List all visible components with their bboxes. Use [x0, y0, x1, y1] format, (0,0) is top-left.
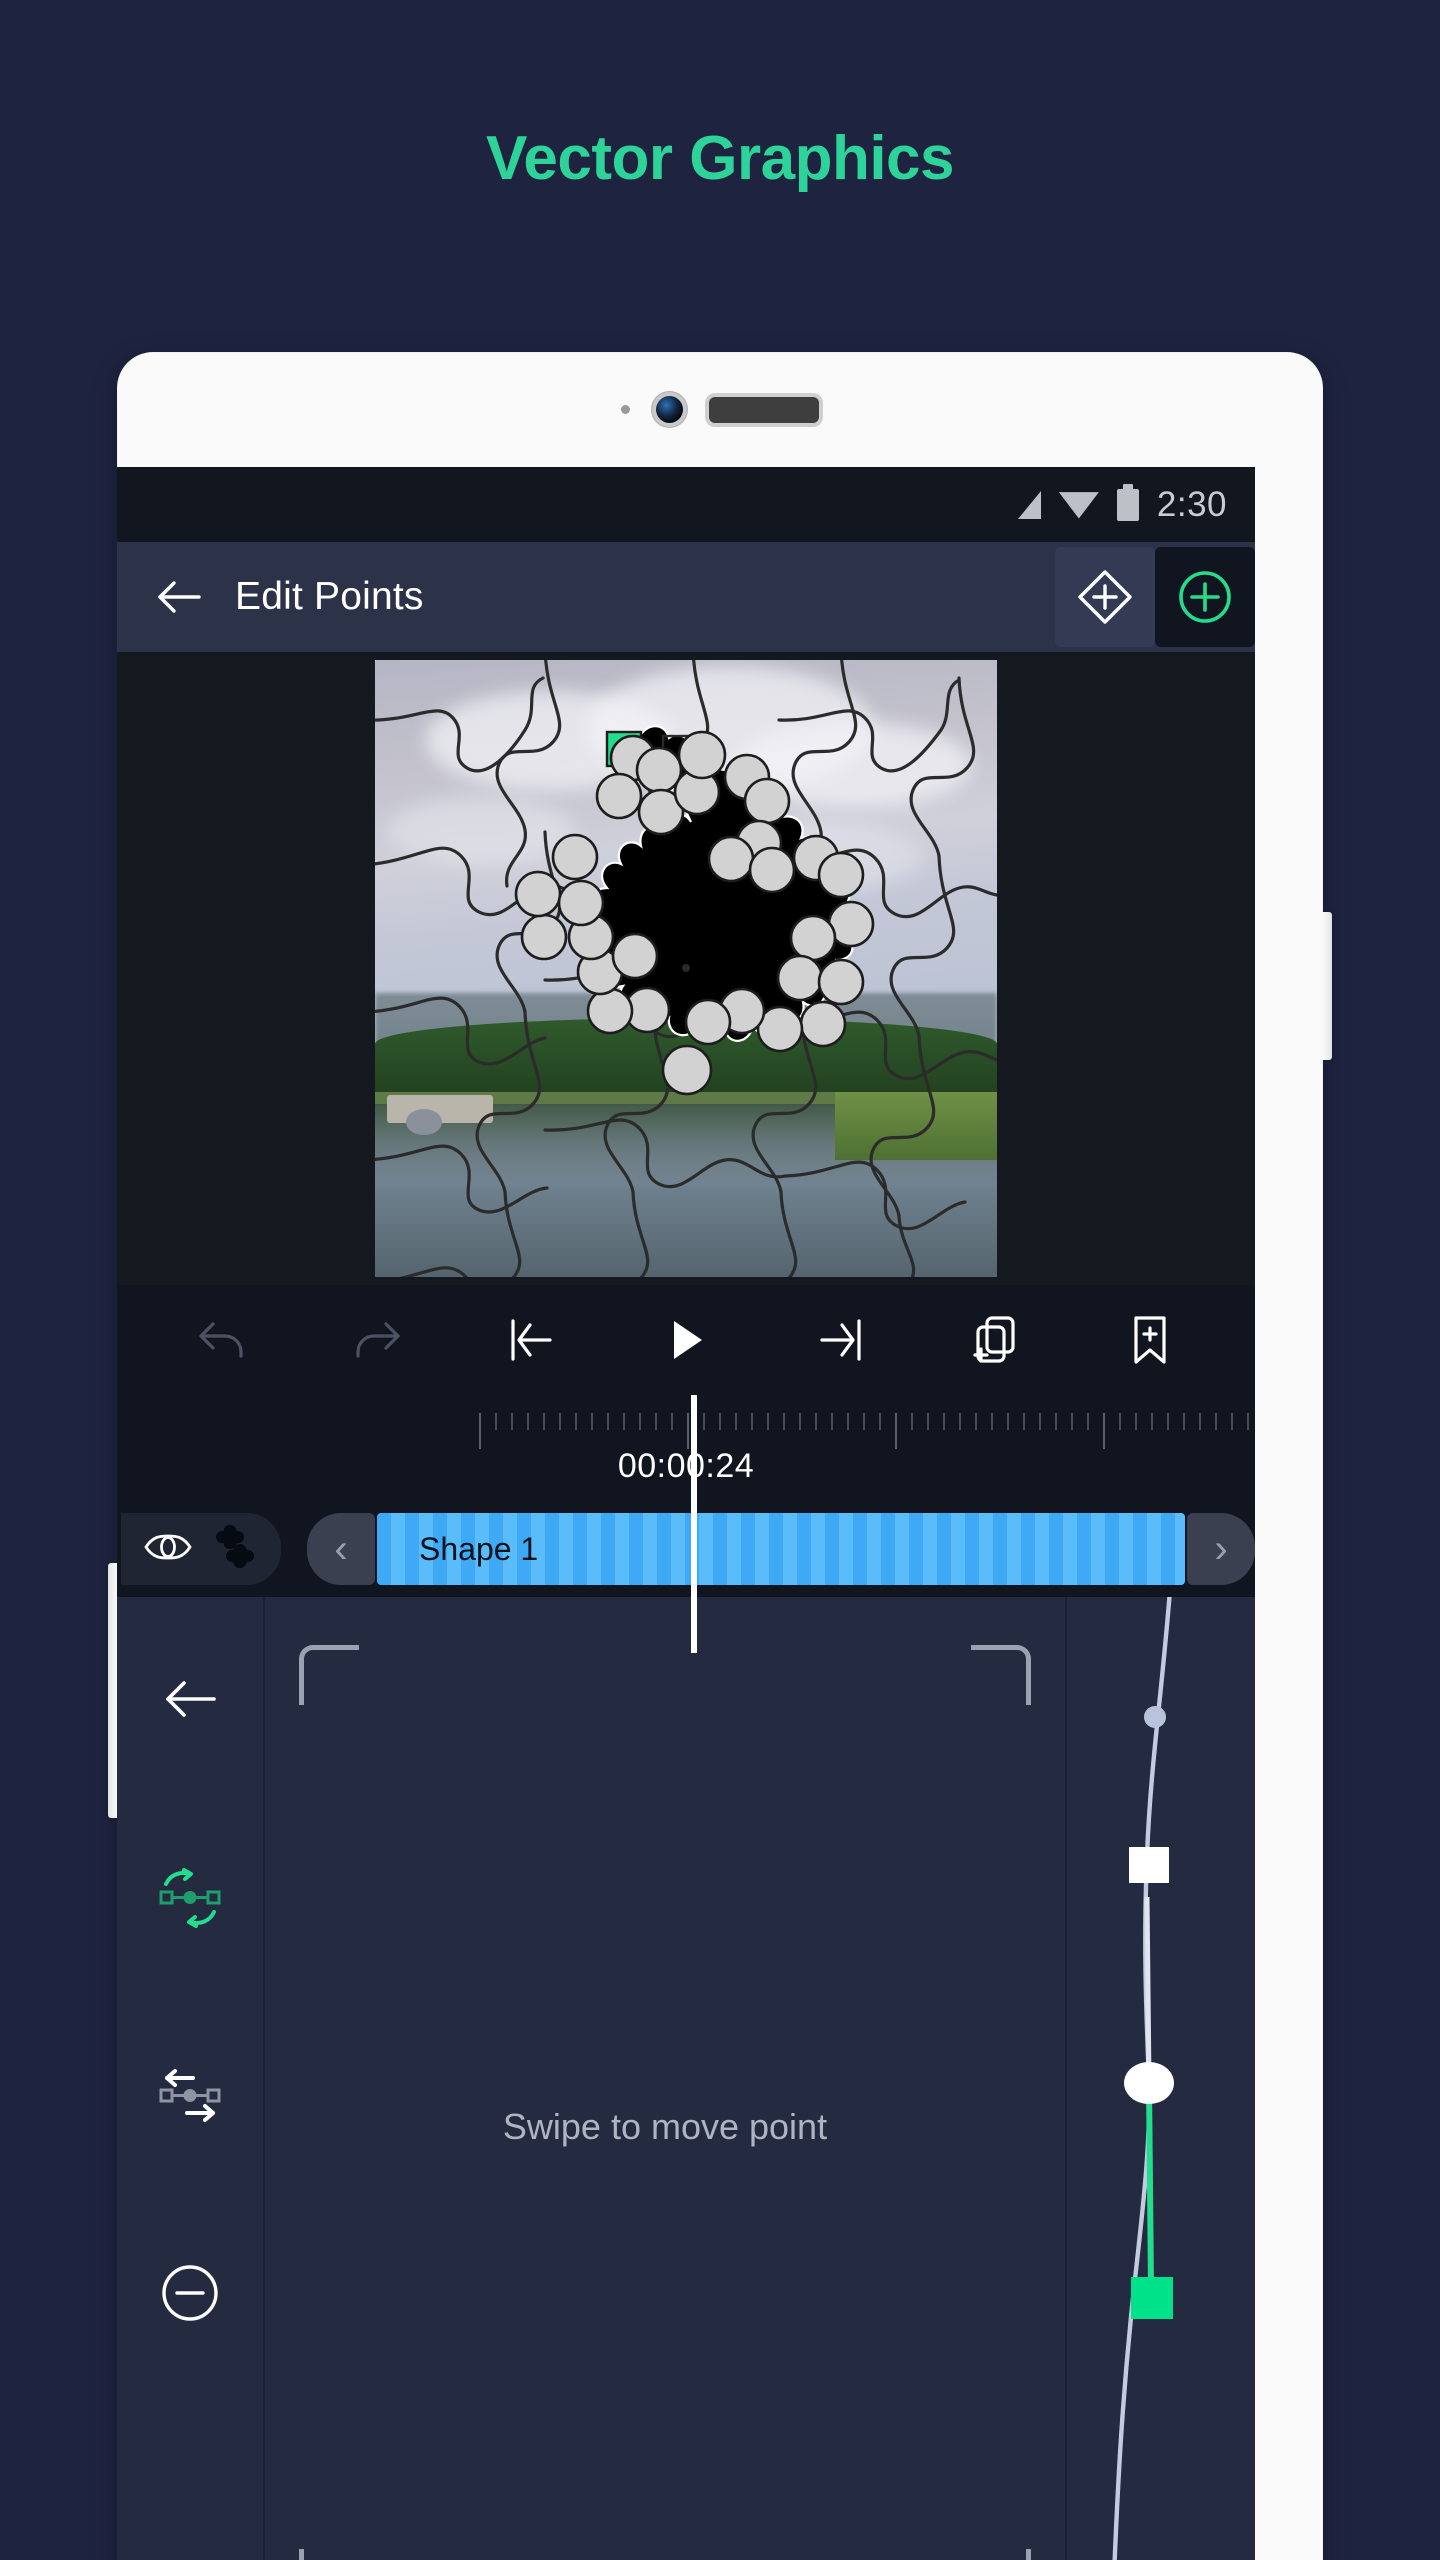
diamond-plus-icon: [1078, 570, 1132, 624]
timecode-label: 00:00:24: [617, 1447, 755, 1485]
puzzle-icon[interactable]: [211, 1523, 259, 1576]
add-keyframe-button[interactable]: [1055, 547, 1155, 647]
undo-icon: [199, 1322, 243, 1358]
back-arrow-icon[interactable]: [151, 569, 207, 625]
skip-to-start-button[interactable]: [500, 1309, 562, 1371]
bracket-top-left: [299, 1645, 359, 1705]
bracket-top-right: [971, 1645, 1031, 1705]
front-camera-icon: [656, 396, 683, 423]
transport-toolbar: [117, 1285, 1255, 1395]
artboard[interactable]: [375, 660, 997, 1277]
next-keyframe-button[interactable]: ›: [1187, 1513, 1255, 1585]
add-point-button[interactable]: [1155, 547, 1255, 647]
phone-device-frame: 2:30 Edit Points 00:00:24 ‹ Shape 1 › Sw…: [108, 352, 1332, 2560]
mirror-handles-icon: [159, 2069, 221, 2122]
phone-screen: 2:30 Edit Points 00:00:24 ‹ Shape 1 › Sw…: [117, 467, 1255, 2560]
battery-icon: [1116, 483, 1139, 521]
play-button[interactable]: [655, 1309, 717, 1371]
device-top-bezel: [117, 352, 1323, 467]
mirror-handles-button[interactable]: [150, 2055, 230, 2135]
bracket-bottom-left: [299, 2549, 359, 2560]
point-edit-stage[interactable]: Swipe to move point: [265, 1597, 1067, 2560]
skip-start-icon: [511, 1319, 553, 1361]
page-title: Vector Graphics: [485, 124, 955, 193]
prev-keyframe-button[interactable]: ‹: [307, 1513, 375, 1585]
circle-plus-icon: [1179, 571, 1231, 623]
vector-shape-layer[interactable]: [375, 660, 997, 1277]
clip-label: Shape 1: [419, 1530, 539, 1567]
earpiece-speaker: [709, 396, 819, 423]
eye-icon[interactable]: [143, 1522, 193, 1577]
point-edit-rail: [117, 1597, 265, 2560]
layer-tools: [121, 1513, 281, 1585]
signal-icon: [1017, 490, 1041, 519]
handle-out-line: [1146, 2082, 1154, 2288]
bracket-bottom-right: [971, 2549, 1031, 2560]
playhead[interactable]: [691, 1395, 697, 1653]
wifi-icon: [1058, 492, 1099, 519]
point-edit-panel: Swipe to move point: [117, 1576, 1255, 2560]
app-bar-actions: [1055, 542, 1255, 652]
swipe-hint-label: Swipe to move point: [502, 2106, 828, 2147]
timeline-ruler[interactable]: 00:00:24: [117, 1395, 1255, 1653]
path-point-upper: [1144, 1706, 1166, 1728]
back-arrow-icon: [166, 1681, 216, 1717]
page-title-label: Edit Points: [235, 575, 424, 618]
ruler-ticks: [479, 1413, 1255, 1449]
play-icon: [673, 1321, 702, 1359]
timeline-clip[interactable]: Shape 1: [377, 1513, 1185, 1585]
timeline-layer-row: ‹ Shape 1 ›: [117, 1503, 1255, 1595]
handle-in-square: [1129, 1847, 1169, 1883]
rotate-handles-button[interactable]: [150, 1857, 230, 1937]
duplicate-layer-button[interactable]: [964, 1309, 1026, 1371]
undo-button[interactable]: [191, 1309, 253, 1371]
skip-end-icon: [819, 1319, 861, 1361]
rotate-handles-icon: [159, 1868, 221, 1928]
bezier-handle-editor[interactable]: [1067, 1576, 1255, 2560]
eye-icon-glyph: [144, 1534, 192, 1559]
skip-to-end-button[interactable]: [810, 1309, 872, 1371]
duplicate-plus-icon: [973, 1316, 1015, 1363]
remove-point-button[interactable]: [150, 2253, 230, 2333]
shape-center-icon: [682, 964, 690, 972]
add-bookmark-button[interactable]: [1119, 1309, 1181, 1371]
bezier-editor-svg: [1112, 1576, 1174, 2560]
anchor-point: [1124, 2062, 1174, 2104]
redo-button[interactable]: [346, 1309, 408, 1371]
canvas-viewport[interactable]: [117, 652, 1255, 1285]
handle-out-square: [1131, 2277, 1173, 2319]
bookmark-plus-icon: [1134, 1316, 1166, 1364]
redo-icon: [356, 1322, 400, 1358]
app-bar: Edit Points: [117, 542, 1255, 652]
proximity-sensor-icon: [621, 405, 630, 414]
power-button[interactable]: [1322, 912, 1332, 1060]
handle-in-line: [1144, 1896, 1152, 2084]
status-bar-clock: 2:30: [1156, 484, 1227, 524]
minus-circle-icon: [162, 2265, 218, 2321]
panel-back-button[interactable]: [150, 1659, 230, 1739]
status-bar: 2:30: [117, 467, 1255, 542]
puzzle-icon-glyph: [215, 1524, 255, 1568]
